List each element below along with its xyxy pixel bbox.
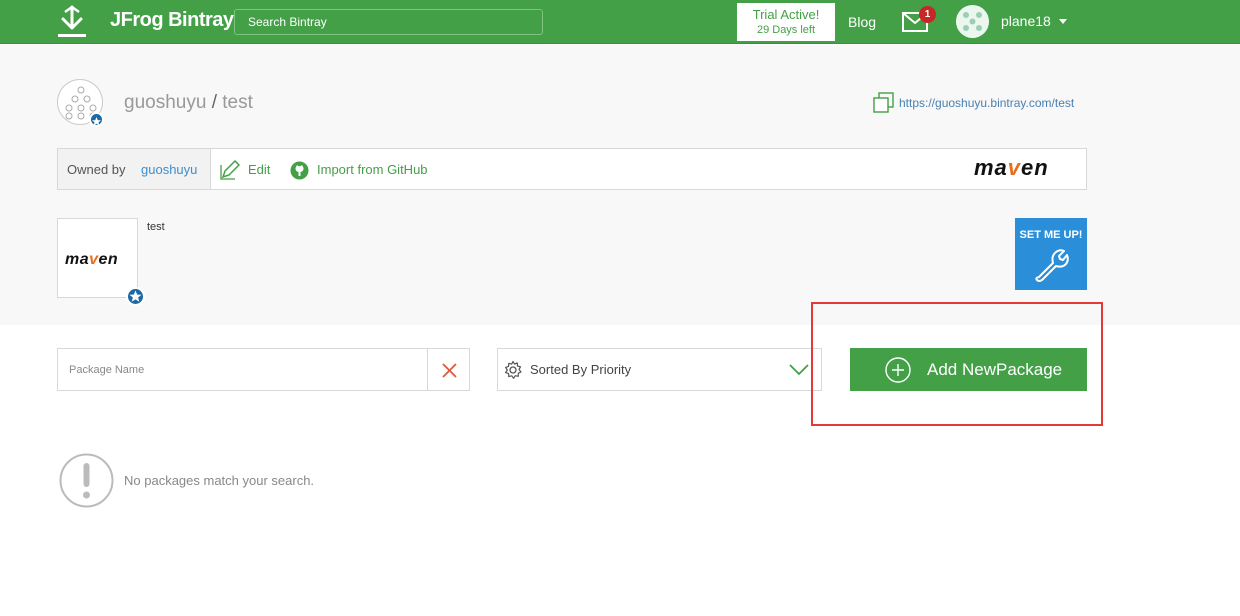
- owner-toolbar: Owned by guoshuyu Edit Import from GitHu…: [57, 148, 1087, 190]
- repo-title: guoshuyu / test: [124, 92, 253, 114]
- highlight-annotation-box: [811, 302, 1103, 426]
- owner-star-icon: [89, 112, 104, 127]
- maven-logo-suffix: en: [1021, 155, 1049, 180]
- maven-small-v: v: [89, 251, 99, 268]
- mail-count-badge: 1: [919, 6, 936, 23]
- github-icon[interactable]: [290, 161, 309, 180]
- maven-logo-v: v: [1007, 155, 1022, 180]
- repo-separator: /: [211, 92, 217, 113]
- sort-label: Sorted By Priority: [530, 362, 632, 377]
- maven-small-prefix: ma: [65, 251, 90, 268]
- global-search-input[interactable]: [234, 9, 543, 35]
- package-name-input[interactable]: [57, 348, 428, 391]
- username-label[interactable]: plane18: [1001, 13, 1051, 29]
- trial-badge[interactable]: Trial Active! 29 Days left: [737, 3, 835, 41]
- set-me-up-label: SET ME UP!: [1019, 229, 1083, 241]
- wrench-icon: [1035, 249, 1069, 282]
- user-avatar[interactable]: [956, 5, 989, 38]
- empty-state-message: No packages match your search.: [124, 473, 315, 488]
- trial-days: 29 Days left: [756, 24, 816, 36]
- user-menu-chevron-icon[interactable]: [1059, 19, 1067, 24]
- avatar-pattern-icon: [956, 5, 989, 38]
- repo-name: test: [222, 92, 253, 113]
- sort-select[interactable]: Sorted By Priority: [497, 348, 777, 391]
- copy-icon[interactable]: [873, 92, 895, 114]
- blog-link[interactable]: Blog: [848, 14, 876, 30]
- download-logo-icon[interactable]: [56, 4, 88, 40]
- maven-logo-small: maven: [65, 251, 118, 269]
- star-icon: [126, 287, 145, 306]
- set-me-up-button[interactable]: SET ME UP!: [1015, 218, 1087, 290]
- repo-description: test: [147, 221, 165, 233]
- top-navbar: JFrog Bintray Trial Active! 29 Days left…: [0, 0, 1240, 44]
- maven-logo-prefix: ma: [974, 155, 1008, 180]
- repo-url-link[interactable]: https://guoshuyu.bintray.com/test: [899, 96, 1074, 110]
- edit-icon[interactable]: [220, 160, 240, 180]
- edit-button[interactable]: Edit: [248, 162, 270, 177]
- close-icon: [442, 363, 457, 378]
- gear-icon: [505, 360, 522, 379]
- owned-by-label: Owned by: [67, 162, 126, 177]
- owner-link[interactable]: guoshuyu: [141, 162, 197, 177]
- brand-logo[interactable]: JFrog Bintray: [110, 9, 234, 32]
- import-github-button[interactable]: Import from GitHub: [317, 162, 428, 177]
- trial-title: Trial Active!: [752, 7, 820, 22]
- repo-owner[interactable]: guoshuyu: [124, 92, 206, 113]
- maven-small-suffix: en: [98, 251, 119, 268]
- repo-type-box: maven: [57, 218, 138, 298]
- owned-by-cell: Owned by guoshuyu: [58, 149, 211, 189]
- warning-icon: [59, 453, 114, 508]
- maven-logo: maven: [974, 155, 1049, 181]
- clear-search-button[interactable]: [427, 348, 470, 391]
